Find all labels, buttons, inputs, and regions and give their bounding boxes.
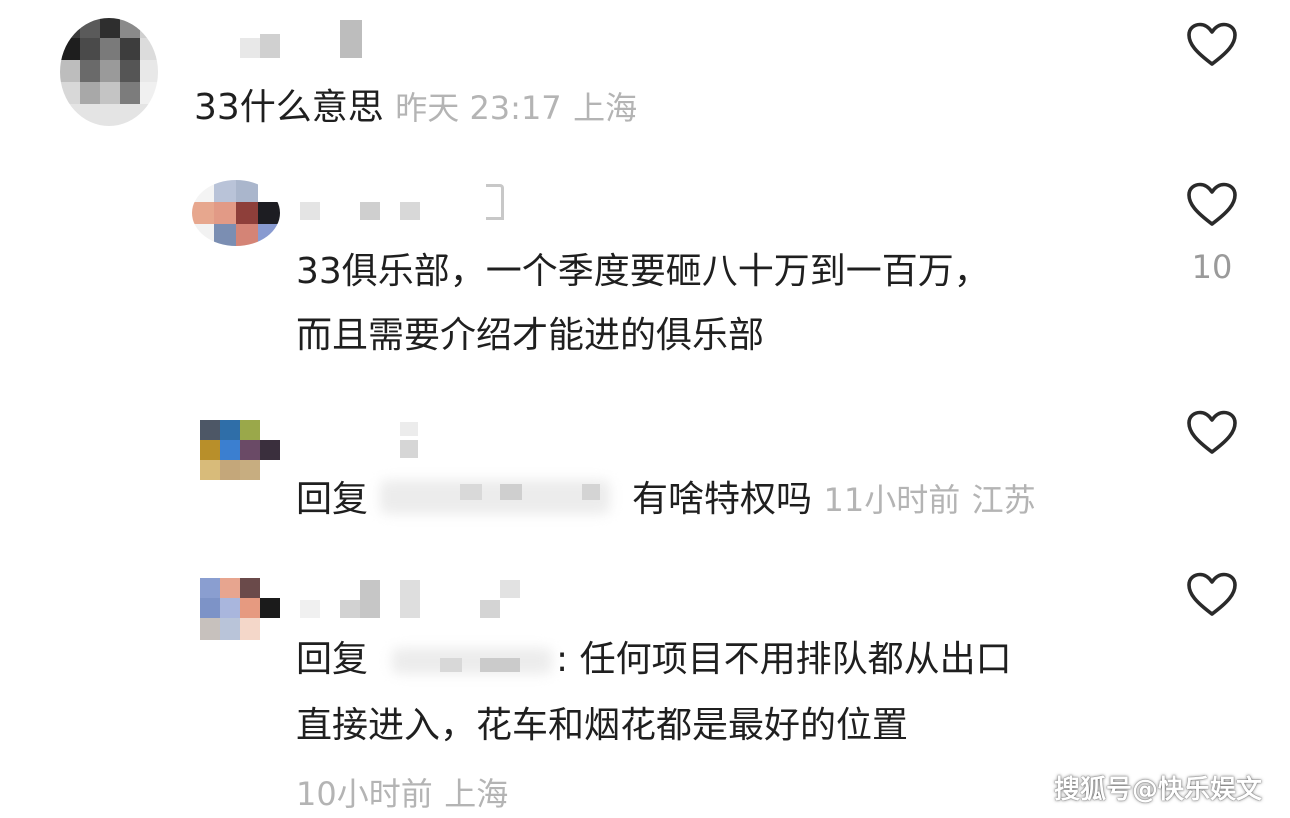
comment-time: 10小时前 bbox=[296, 775, 433, 813]
comment-time: 11小时前 bbox=[823, 481, 961, 519]
like-button[interactable] bbox=[1186, 182, 1238, 228]
like-button[interactable] bbox=[1186, 410, 1238, 456]
comment-text: 有啥特权吗 bbox=[632, 479, 813, 520]
username-redacted[interactable] bbox=[298, 184, 518, 228]
watermark: 搜狐号@快乐娱文 bbox=[1053, 775, 1262, 805]
avatar[interactable] bbox=[60, 18, 158, 126]
comment-text-line-1: 33俱乐部，一个季度要砸八十万到一百万， bbox=[296, 251, 990, 292]
comment-text-line-1: : 任何项目不用排队都从出口 bbox=[556, 639, 1012, 680]
reply-target-redacted[interactable] bbox=[380, 480, 610, 514]
username-redacted[interactable] bbox=[240, 20, 380, 68]
like-count: 10 bbox=[1191, 248, 1233, 286]
heart-outline-icon bbox=[1187, 410, 1237, 454]
comment-time: 昨天 23:17 bbox=[395, 89, 562, 127]
comment-text-line-2: 直接进入，花车和烟花都是最好的位置 bbox=[296, 705, 909, 746]
comment-location: 江苏 bbox=[971, 481, 1036, 519]
username-redacted[interactable] bbox=[300, 578, 530, 622]
username-redacted[interactable] bbox=[396, 418, 436, 462]
heart-outline-icon bbox=[1187, 572, 1237, 616]
avatar[interactable] bbox=[192, 180, 280, 246]
reply-prefix: 回复 bbox=[296, 479, 369, 520]
heart-outline-icon bbox=[1187, 182, 1237, 226]
comment-location: 上海 bbox=[444, 775, 509, 813]
avatar[interactable] bbox=[200, 420, 280, 480]
comment-text-line-2: 而且需要介绍才能进的俱乐部 bbox=[296, 315, 765, 356]
comment-location: 上海 bbox=[573, 89, 638, 127]
like-button[interactable] bbox=[1186, 572, 1238, 618]
reply-prefix: 回复 bbox=[296, 639, 369, 680]
avatar[interactable] bbox=[200, 578, 280, 640]
heart-outline-icon bbox=[1187, 22, 1237, 66]
comment-text: 33什么意思 bbox=[194, 87, 384, 128]
like-button[interactable] bbox=[1186, 22, 1238, 68]
reply-target-redacted[interactable] bbox=[392, 648, 552, 674]
